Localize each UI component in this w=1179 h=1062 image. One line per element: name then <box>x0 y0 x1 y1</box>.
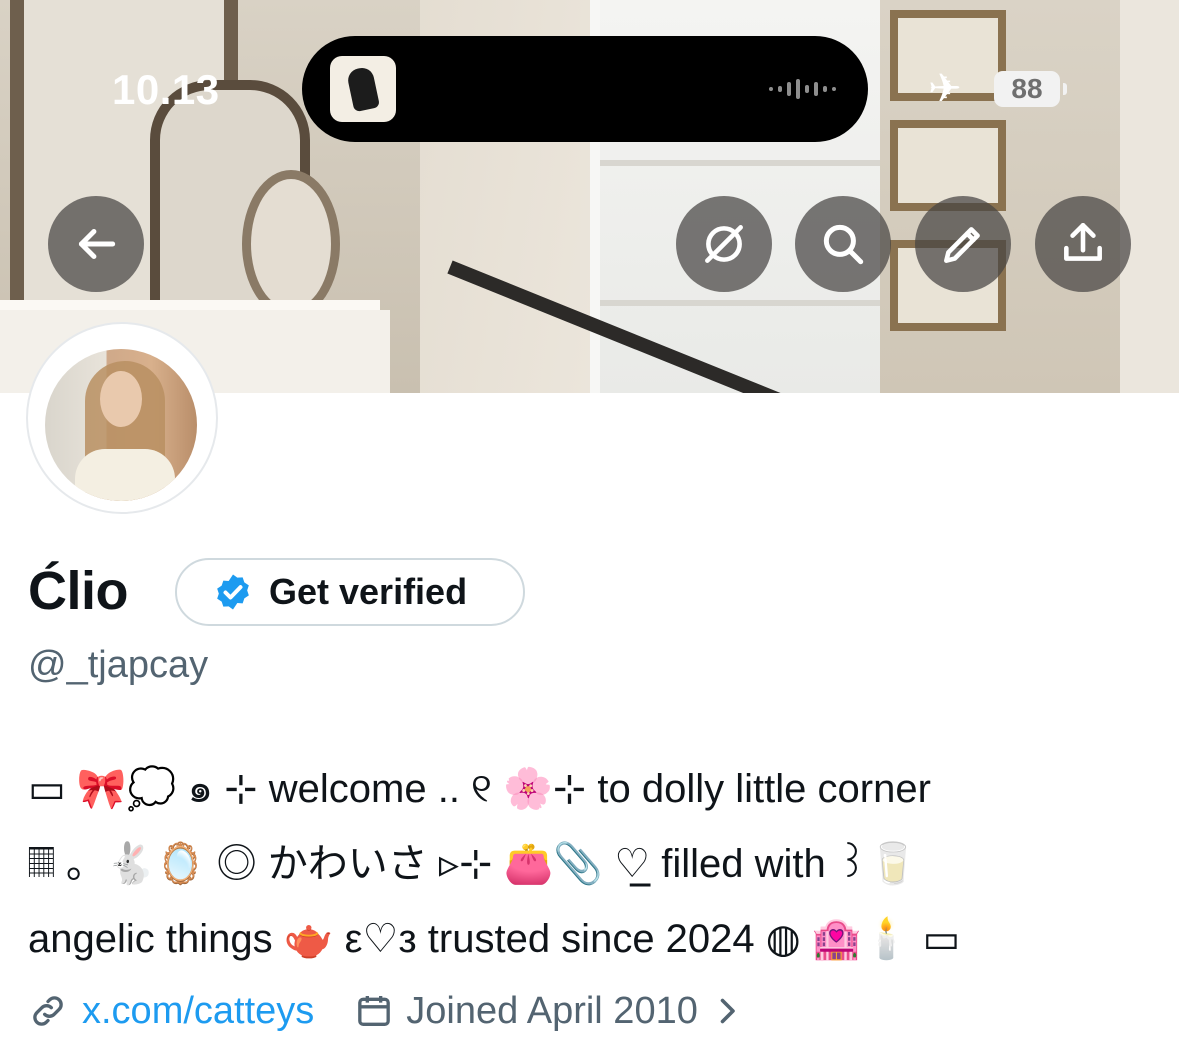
status-time: 10.13 <box>112 66 220 113</box>
verified-badge-icon <box>217 574 249 610</box>
now-playing-artwork[interactable] <box>330 56 396 122</box>
joined-date[interactable]: Joined April 2010 <box>406 990 698 1033</box>
banner-oval-mirror <box>242 170 340 318</box>
audio-waveform-icon <box>769 79 836 99</box>
website-link[interactable]: x.com/catteys <box>82 990 314 1033</box>
display-name: Ćlio <box>28 561 129 621</box>
dynamic-island[interactable] <box>302 36 868 142</box>
search-button[interactable] <box>795 196 891 292</box>
grok-icon <box>705 225 743 263</box>
share-button[interactable] <box>1035 196 1131 292</box>
banner-column <box>1120 0 1179 393</box>
edit-button[interactable] <box>915 196 1011 292</box>
link-icon <box>33 996 63 1026</box>
back-arrow-icon <box>78 229 116 259</box>
bio-line: 𝄜 。🐇🪞 ◎ かわいさ ▹⊹ 👛📎 ♡̲ filled with ꒱🥛 <box>28 842 918 886</box>
search-icon <box>823 224 864 265</box>
share-icon <box>1064 222 1102 261</box>
avatar[interactable] <box>45 349 197 501</box>
get-verified-label: Get verified <box>269 571 468 612</box>
bio-line: angelic things 🫖 ε♡з trusted since 2024 … <box>28 917 961 961</box>
bio: ▭ 🎀💭 ๑ ⊹ welcome .. ୧ 🌸⊹ to dolly little… <box>28 752 1158 977</box>
bio-line: ▭ 🎀💭 ๑ ⊹ welcome .. ୧ 🌸⊹ to dolly little… <box>28 767 931 811</box>
pencil-icon <box>944 227 980 263</box>
grok-button[interactable] <box>676 196 772 292</box>
airplane-icon: ✈ <box>928 66 962 112</box>
profile-meta-row: x.com/catteys Joined April 2010 <box>28 986 738 1036</box>
back-button[interactable] <box>48 196 144 292</box>
username-handle: @_tjapcay <box>28 644 209 686</box>
chevron-right-icon[interactable] <box>716 996 738 1026</box>
get-verified-button[interactable]: Get verified <box>175 558 525 626</box>
calendar-icon <box>358 996 391 1026</box>
battery-indicator: 88 <box>994 71 1067 107</box>
